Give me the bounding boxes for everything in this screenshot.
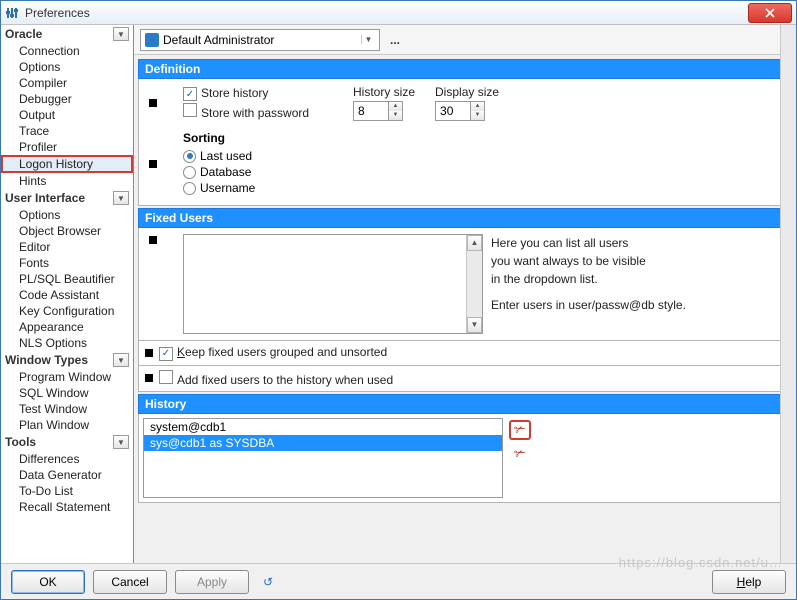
chevron-down-icon: ▼ bbox=[113, 435, 129, 449]
bullet-icon bbox=[149, 99, 157, 107]
admin-combo[interactable]: Default Administrator ▼ bbox=[140, 29, 380, 51]
prefs-icon bbox=[5, 5, 21, 21]
store-password-row[interactable]: Store with password bbox=[183, 103, 333, 120]
ok-button[interactable]: OK bbox=[11, 570, 85, 594]
sidebar-item[interactable]: Connection bbox=[1, 43, 133, 59]
add-to-history-row[interactable]: Add fixed users to the history when used bbox=[159, 370, 393, 387]
sidebar-item[interactable]: Trace bbox=[1, 123, 133, 139]
sidebar-item[interactable]: Profiler bbox=[1, 139, 133, 155]
delete-entry-button-2[interactable]: ✃ bbox=[509, 444, 531, 464]
sidebar-item[interactable]: Logon History bbox=[1, 155, 133, 173]
sidebar-item[interactable]: Code Assistant bbox=[1, 287, 133, 303]
sidebar-item[interactable]: Plan Window bbox=[1, 417, 133, 433]
sidebar-category[interactable]: Oracle▼ bbox=[1, 25, 133, 43]
sidebar-item[interactable]: NLS Options bbox=[1, 335, 133, 351]
history-item[interactable]: sys@cdb1 as SYSDBA bbox=[144, 435, 502, 451]
sidebar-category[interactable]: Window Types▼ bbox=[1, 351, 133, 369]
sidebar-category[interactable]: Tools▼ bbox=[1, 433, 133, 451]
sidebar-item[interactable]: Compiler bbox=[1, 75, 133, 91]
history-list[interactable]: system@cdb1sys@cdb1 as SYSDBA bbox=[143, 418, 503, 498]
sort-last-used[interactable]: Last used bbox=[183, 149, 255, 163]
scrollbar[interactable]: ▲▼ bbox=[466, 235, 482, 333]
fixed-users-header: Fixed Users bbox=[138, 208, 788, 228]
sidebar-item[interactable]: SQL Window bbox=[1, 385, 133, 401]
sidebar-item[interactable]: Output bbox=[1, 107, 133, 123]
sort-database[interactable]: Database bbox=[183, 165, 255, 179]
keep-grouped-row[interactable]: ✓KKeep fixed users grouped and unsortede… bbox=[159, 345, 387, 361]
admin-label: Default Administrator bbox=[163, 33, 274, 47]
sidebar-item[interactable]: Test Window bbox=[1, 401, 133, 417]
store-history-row[interactable]: ✓Store history bbox=[183, 86, 333, 102]
sorting-label: Sorting bbox=[183, 131, 255, 145]
chevron-down-icon: ▼ bbox=[113, 353, 129, 367]
radio-icon bbox=[183, 182, 196, 195]
sidebar-item[interactable]: Program Window bbox=[1, 369, 133, 385]
chevron-down-icon: ▼ bbox=[113, 191, 129, 205]
admin-icon bbox=[145, 33, 159, 47]
sidebar-item[interactable]: Key Configuration bbox=[1, 303, 133, 319]
fixed-users-textarea[interactable]: ▲▼ bbox=[183, 234, 483, 334]
bullet-icon bbox=[145, 349, 153, 357]
bullet-icon bbox=[149, 236, 157, 244]
cancel-button[interactable]: Cancel bbox=[93, 570, 167, 594]
definition-header: Definition bbox=[138, 59, 788, 79]
sidebar-item[interactable]: Object Browser bbox=[1, 223, 133, 239]
sidebar-item[interactable]: Hints bbox=[1, 173, 133, 189]
sidebar-item[interactable]: Options bbox=[1, 207, 133, 223]
sidebar-item[interactable]: PL/SQL Beautifier bbox=[1, 271, 133, 287]
bullet-icon bbox=[149, 160, 157, 168]
apply-button[interactable]: Apply bbox=[175, 570, 249, 594]
sidebar-item[interactable]: Differences bbox=[1, 451, 133, 467]
window-title: Preferences bbox=[25, 6, 90, 20]
main-panel: Definition ✓Store history Store with pas… bbox=[134, 55, 796, 563]
close-button[interactable] bbox=[748, 3, 792, 23]
delete-icon: ✃ bbox=[514, 421, 526, 438]
scrollbar[interactable] bbox=[780, 25, 796, 563]
more-button[interactable]: ... bbox=[386, 33, 404, 47]
help-button[interactable]: Help bbox=[712, 570, 786, 594]
history-header: History bbox=[138, 394, 788, 414]
chevron-down-icon: ▼ bbox=[113, 27, 129, 41]
history-item[interactable]: system@cdb1 bbox=[144, 419, 502, 435]
history-size-label: History size bbox=[353, 85, 415, 99]
sidebar-item[interactable]: Data Generator bbox=[1, 467, 133, 483]
sort-username[interactable]: Username bbox=[183, 181, 255, 195]
display-size-label: Display size bbox=[435, 85, 499, 99]
delete-entry-button[interactable]: ✃ bbox=[509, 420, 531, 440]
checkbox-icon bbox=[159, 370, 173, 384]
titlebar: Preferences bbox=[1, 1, 796, 25]
sidebar-item[interactable]: Appearance bbox=[1, 319, 133, 335]
delete-icon: ✃ bbox=[514, 445, 526, 462]
sidebar: Oracle▼ConnectionOptionsCompilerDebugger… bbox=[1, 25, 134, 563]
display-size-input[interactable]: ▲▼ bbox=[435, 101, 485, 121]
fixed-users-help: Here you can list all users you want alw… bbox=[491, 234, 777, 334]
sidebar-item[interactable]: Debugger bbox=[1, 91, 133, 107]
checkbox-icon: ✓ bbox=[183, 87, 197, 101]
radio-icon bbox=[183, 166, 196, 179]
sidebar-item[interactable]: Fonts bbox=[1, 255, 133, 271]
history-size-input[interactable]: ▲▼ bbox=[353, 101, 403, 121]
checkbox-icon bbox=[183, 103, 197, 117]
footer: OK Cancel Apply ↺ Help bbox=[1, 563, 796, 599]
checkbox-icon: ✓ bbox=[159, 347, 173, 361]
sidebar-category[interactable]: User Interface▼ bbox=[1, 189, 133, 207]
radio-icon bbox=[183, 150, 196, 163]
sidebar-item[interactable]: Recall Statement bbox=[1, 499, 133, 515]
chevron-down-icon: ▼ bbox=[361, 35, 375, 44]
sidebar-item[interactable]: To-Do List bbox=[1, 483, 133, 499]
sidebar-item[interactable]: Options bbox=[1, 59, 133, 75]
sidebar-item[interactable]: Editor bbox=[1, 239, 133, 255]
reset-icon[interactable]: ↺ bbox=[257, 572, 279, 592]
toolbar: Default Administrator ▼ ... bbox=[134, 25, 796, 55]
bullet-icon bbox=[145, 374, 153, 382]
